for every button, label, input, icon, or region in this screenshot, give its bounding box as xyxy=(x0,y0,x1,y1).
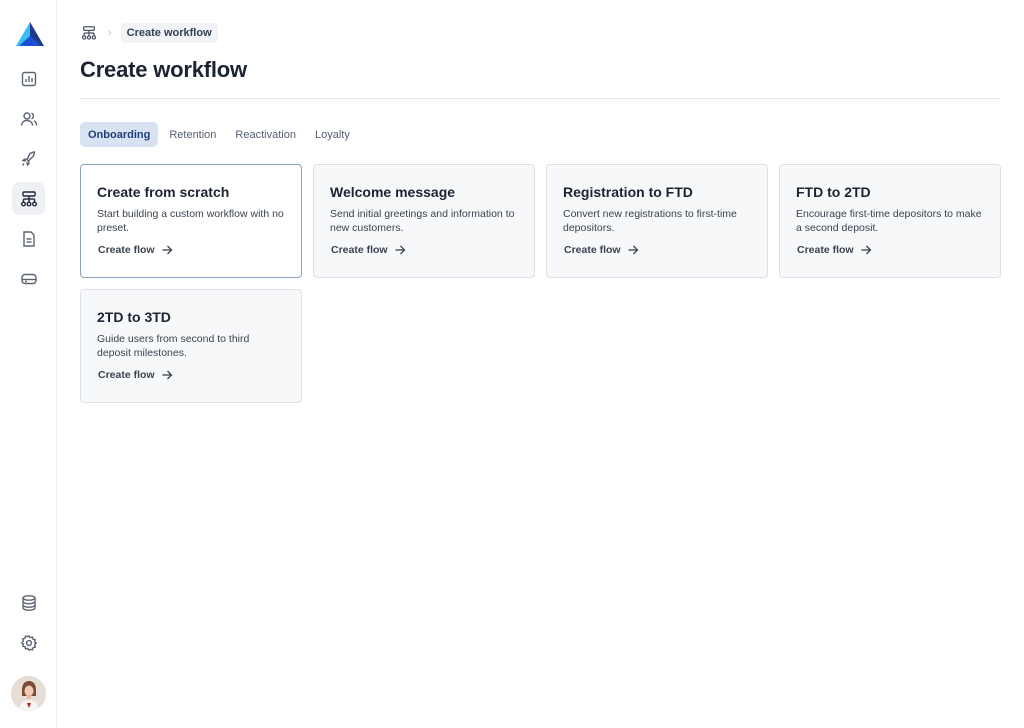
card-title: 2TD to 3TD xyxy=(97,309,171,325)
template-card-create-from-scratch[interactable]: Create from scratch Start building a cus… xyxy=(80,164,302,278)
sidebar xyxy=(0,0,57,728)
database-icon xyxy=(21,594,36,611)
inbox-icon xyxy=(20,273,37,284)
arrow-right-icon xyxy=(628,245,639,255)
template-card-registration-to-ftd[interactable]: Registration to FTD Convert new registra… xyxy=(546,164,768,278)
template-card-ftd-to-2td[interactable]: FTD to 2TD Encourage first-time deposito… xyxy=(779,164,1001,278)
tab-reactivation[interactable]: Reactivation xyxy=(227,122,304,147)
sidebar-item-campaigns[interactable] xyxy=(12,142,45,175)
rocket-icon xyxy=(21,150,35,166)
sidebar-item-users[interactable] xyxy=(12,102,45,135)
create-flow-label: Create flow xyxy=(98,369,155,381)
create-flow-link[interactable]: Create flow xyxy=(330,244,518,256)
divider xyxy=(80,98,1001,99)
card-title: Create from scratch xyxy=(97,184,230,200)
arrow-right-icon xyxy=(162,245,173,255)
template-card-welcome-message[interactable]: Welcome message Send initial greetings a… xyxy=(313,164,535,278)
breadcrumb-separator: › xyxy=(108,27,112,39)
breadcrumb-current: Create workflow xyxy=(120,23,218,43)
card-description: Encourage first-time depositors to make … xyxy=(796,208,982,234)
document-icon xyxy=(22,230,35,247)
create-flow-label: Create flow xyxy=(797,244,854,256)
card-description: Start building a custom workflow with no… xyxy=(97,208,284,234)
sidebar-item-documents[interactable] xyxy=(12,222,45,255)
create-flow-label: Create flow xyxy=(98,244,155,256)
avatar[interactable] xyxy=(11,676,46,711)
arrow-right-icon xyxy=(395,245,406,255)
create-flow-link[interactable]: Create flow xyxy=(97,244,285,256)
template-card-2td-to-3td[interactable]: 2TD to 3TD Guide users from second to th… xyxy=(80,289,302,403)
create-flow-link[interactable]: Create flow xyxy=(563,244,751,256)
workflow-icon xyxy=(81,26,97,40)
sidebar-item-settings[interactable] xyxy=(12,626,45,659)
create-flow-label: Create flow xyxy=(331,244,388,256)
breadcrumb: › Create workflow xyxy=(80,22,218,44)
card-title: Welcome message xyxy=(330,184,456,200)
sidebar-item-analytics[interactable] xyxy=(12,62,45,95)
tab-loyalty[interactable]: Loyalty xyxy=(307,122,358,147)
workflow-icon xyxy=(20,190,37,206)
sidebar-item-workflows[interactable] xyxy=(12,182,45,215)
create-flow-label: Create flow xyxy=(564,244,621,256)
sidebar-item-inbox[interactable] xyxy=(12,262,45,295)
arrow-right-icon xyxy=(162,370,173,380)
card-description: Guide users from second to third deposit… xyxy=(97,333,250,359)
users-icon xyxy=(20,111,37,126)
card-title: FTD to 2TD xyxy=(796,184,871,200)
breadcrumb-home[interactable] xyxy=(80,24,98,42)
chart-icon xyxy=(21,71,36,86)
tab-retention[interactable]: Retention xyxy=(161,122,224,147)
gear-icon xyxy=(20,634,37,651)
tab-onboarding[interactable]: Onboarding xyxy=(80,122,159,147)
card-description: Convert new registrations to first-time … xyxy=(563,208,737,234)
card-title: Registration to FTD xyxy=(563,184,693,200)
create-flow-link[interactable]: Create flow xyxy=(796,244,984,256)
page-title: Create workflow xyxy=(80,57,247,82)
sidebar-item-data[interactable] xyxy=(12,586,45,619)
create-flow-link[interactable]: Create flow xyxy=(97,369,285,381)
arrow-right-icon xyxy=(861,245,872,255)
card-description: Send initial greetings and information t… xyxy=(330,208,515,234)
logo[interactable] xyxy=(16,22,44,46)
category-tabs: Onboarding Retention Reactivation Loyalt… xyxy=(80,122,361,147)
